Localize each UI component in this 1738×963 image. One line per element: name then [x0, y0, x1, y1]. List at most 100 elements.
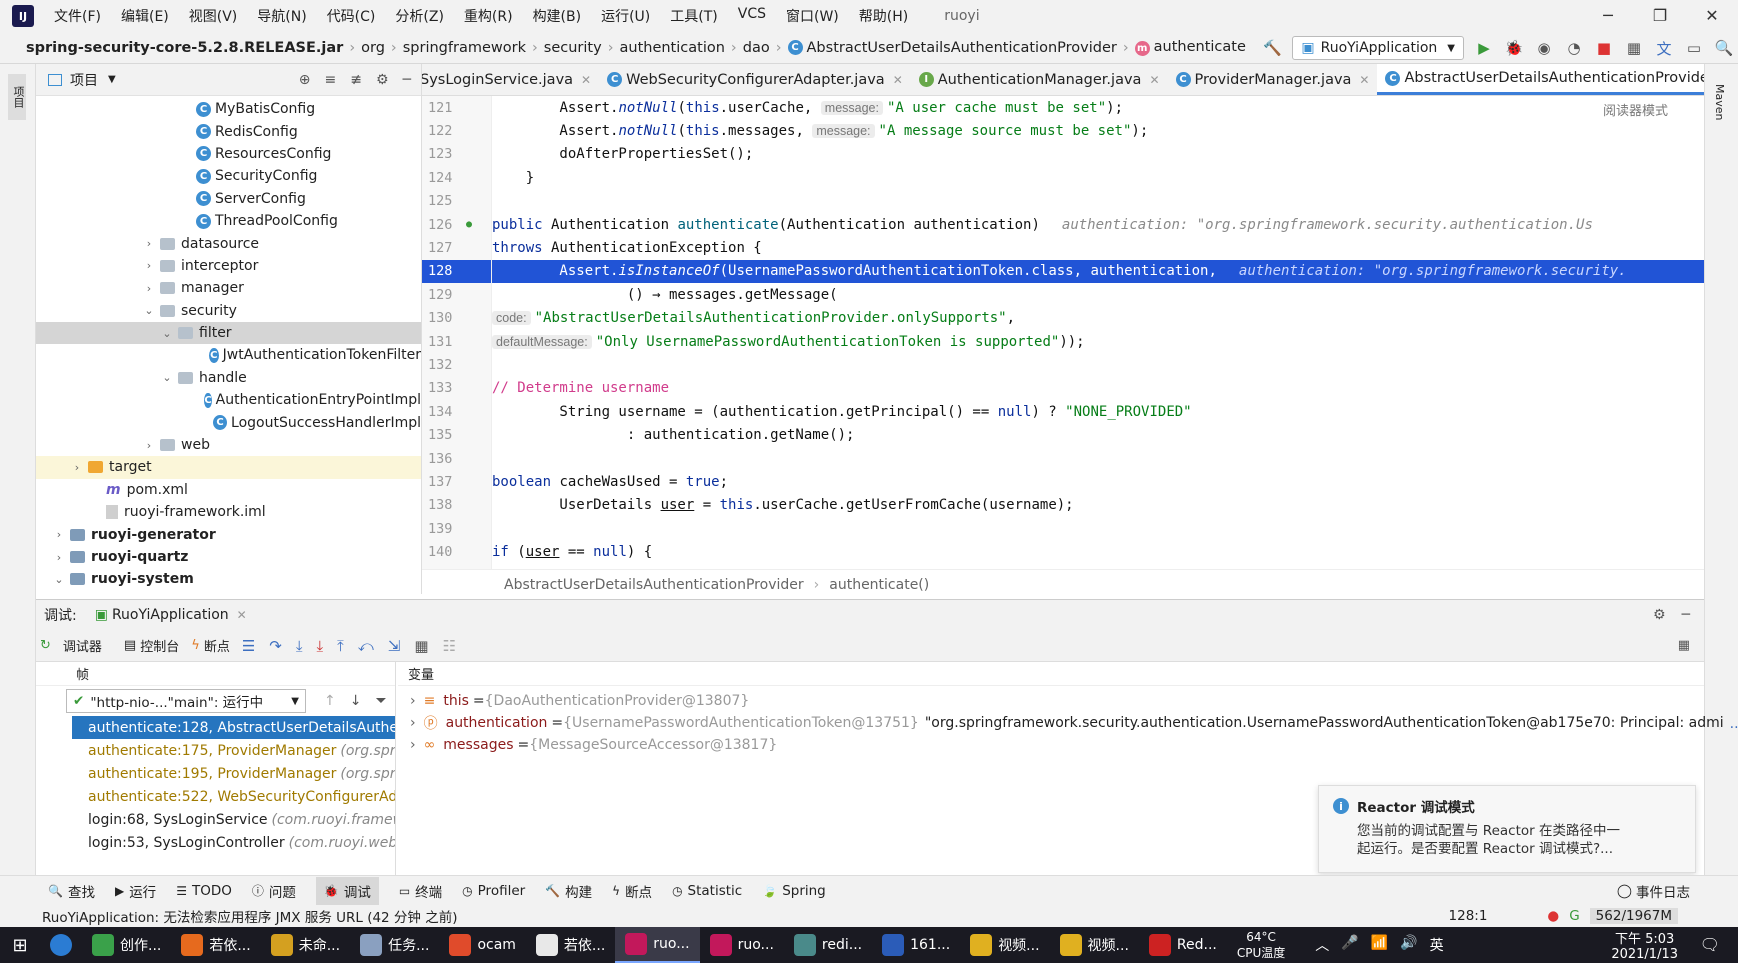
taskbar-app[interactable]: 161...: [872, 927, 960, 963]
tree-item[interactable]: ⌄ handle: [36, 367, 421, 389]
breadcrumb-item[interactable]: C AbstractUserDetailsAuthenticationProvid…: [784, 40, 1121, 56]
tree-item[interactable]: C RedisConfig: [36, 120, 421, 142]
layout-icon[interactable]: ▭: [1684, 38, 1704, 58]
tree-item[interactable]: C LogoutSuccessHandlerImpl: [36, 411, 421, 433]
menu-item[interactable]: 运行(U): [591, 6, 660, 26]
line-number[interactable]: 121: [422, 96, 491, 119]
line-number[interactable]: 134: [422, 400, 491, 423]
maven-tool-button[interactable]: Maven: [1713, 84, 1726, 120]
step-into-icon[interactable]: ⤓: [296, 637, 303, 655]
trace-icon[interactable]: ☷: [443, 637, 456, 655]
chevron-right-icon[interactable]: ›: [410, 737, 416, 753]
gear-icon[interactable]: ⚙: [1653, 607, 1666, 623]
restore-icon[interactable]: ❐: [1634, 0, 1686, 32]
taskbar-app[interactable]: Red...: [1139, 927, 1227, 963]
chevron-right-icon[interactable]: ›: [52, 551, 66, 564]
profile-icon[interactable]: ◔: [1564, 38, 1584, 58]
run-to-cursor-icon[interactable]: ⇲: [388, 637, 401, 655]
drop-frame-icon[interactable]: ⤺: [358, 637, 374, 655]
network-icon[interactable]: 📶: [1371, 935, 1388, 955]
taskbar-app[interactable]: 若依...: [171, 927, 260, 963]
volume-icon[interactable]: 🔊: [1400, 935, 1417, 955]
gear-icon[interactable]: ⚙: [376, 72, 389, 88]
tray-chevron-icon[interactable]: ︿: [1315, 935, 1329, 955]
variable-row[interactable]: › ⓟ authentication = {UsernamePasswordAuthe…: [398, 712, 1738, 734]
tree-item[interactable]: › interceptor: [36, 255, 421, 277]
taskbar-app[interactable]: 创作...: [82, 927, 171, 963]
menu-item[interactable]: 重构(R): [454, 6, 523, 26]
stack-frame[interactable]: authenticate:195, ProviderManager (org.sp…: [36, 762, 395, 785]
menu-item[interactable]: 窗口(W): [776, 6, 849, 26]
tree-item[interactable]: › datasource: [36, 232, 421, 254]
editor-tab[interactable]: C ProviderManager.java ✕: [1168, 64, 1378, 95]
tree-item[interactable]: C JwtAuthenticationTokenFilter: [36, 344, 421, 366]
menu-item[interactable]: 帮助(H): [849, 6, 918, 26]
chevron-right-icon[interactable]: ›: [410, 693, 416, 709]
line-number[interactable]: 123: [422, 143, 491, 166]
project-panel-title[interactable]: 项目: [70, 70, 98, 90]
tool-window-button[interactable]: 🐞 调试: [315, 876, 379, 905]
clock[interactable]: 下午 5:03 2021/1/13: [1611, 927, 1678, 963]
debug-session-tab[interactable]: RuoYiApplication: [112, 607, 229, 623]
tool-window-button[interactable]: 🔍 查找: [48, 881, 95, 901]
editor-tab[interactable]: C AbstractUserDetailsAuthenticationProvid…: [1377, 64, 1714, 95]
breadcrumb-item[interactable]: m authenticate: [1131, 39, 1250, 56]
tree-item[interactable]: C ResourcesConfig: [36, 143, 421, 165]
chevron-right-icon[interactable]: ›: [70, 461, 84, 474]
tree-item[interactable]: m pom.xml: [36, 479, 421, 501]
line-number[interactable]: 130: [422, 307, 491, 330]
tool-window-button[interactable]: ☰ TODO: [176, 883, 232, 899]
tab-debugger[interactable]: 调试器: [63, 636, 102, 655]
tree-item[interactable]: › target: [36, 456, 421, 479]
reader-mode-label[interactable]: 阅读器模式: [1603, 100, 1668, 119]
search-everywhere-icon[interactable]: 🔍: [1714, 38, 1734, 58]
chevron-right-icon[interactable]: ›: [142, 282, 156, 295]
tree-item[interactable]: ruoyi-framework.iml: [36, 501, 421, 523]
breadcrumb-item[interactable]: spring-security-core-5.2.8.RELEASE.jar: [0, 40, 347, 56]
line-number[interactable]: 140: [422, 540, 491, 563]
coverage-icon[interactable]: ◉: [1534, 38, 1554, 58]
tool-window-button[interactable]: 🔨 构建: [545, 881, 592, 901]
taskbar-app[interactable]: redi...: [784, 927, 872, 963]
taskbar-app[interactable]: 未命...: [261, 927, 350, 963]
tool-window-button[interactable]: ◷ Profiler: [462, 883, 525, 899]
editor-tab[interactable]: C WebSecurityConfigurerAdapter.java ✕: [599, 64, 911, 95]
stack-frame[interactable]: authenticate:128, AbstractUserDetailsAut…: [72, 716, 395, 739]
editor-tab[interactable]: SysLoginService.java ✕: [422, 64, 599, 95]
project-tool-button[interactable]: 项目: [8, 74, 26, 120]
close-icon[interactable]: ✕: [1686, 0, 1738, 32]
collapse-all-icon[interactable]: ≢: [350, 72, 362, 88]
tool-window-button[interactable]: ◷ Statistic: [672, 883, 742, 899]
tool-window-button[interactable]: ⓘ 问题: [252, 881, 296, 901]
project-structure-icon[interactable]: ▦: [1624, 38, 1644, 58]
line-number[interactable]: 139: [422, 517, 491, 540]
expand-all-icon[interactable]: ≡: [325, 72, 337, 88]
locate-icon[interactable]: ⊕: [299, 72, 311, 88]
variable-row[interactable]: › ∞ messages = {MessageSourceAccessor@13817…: [398, 734, 1704, 756]
line-number[interactable]: 127: [422, 236, 491, 259]
notifications-icon[interactable]: 🗨: [1700, 935, 1720, 954]
stack-frame[interactable]: authenticate:522, WebSecurityConfigurerA…: [36, 785, 395, 808]
menu-item[interactable]: 工具(T): [660, 6, 727, 26]
line-number[interactable]: 132: [422, 353, 491, 376]
status-message[interactable]: RuoYiApplication: 无法检索应用程序 JMX 服务 URL (4…: [42, 906, 458, 926]
show-more-link[interactable]: ...(显示): [1730, 713, 1738, 733]
line-number[interactable]: 126 ●: [422, 213, 491, 236]
menu-item[interactable]: 分析(Z): [385, 6, 454, 26]
stack-frame[interactable]: login:53, SysLoginController (com.ruoyi.w…: [36, 831, 395, 854]
taskbar-app[interactable]: 视频...: [1050, 927, 1139, 963]
chevron-right-icon[interactable]: ›: [52, 528, 66, 541]
chevron-right-icon[interactable]: ›: [142, 439, 156, 452]
menu-item[interactable]: 构建(B): [523, 6, 592, 26]
variable-row[interactable]: › ≡ this = {DaoAuthenticationProvider@13807…: [398, 690, 1704, 712]
microphone-icon[interactable]: 🎤: [1341, 935, 1358, 955]
line-number[interactable]: 124: [422, 166, 491, 189]
tool-window-button[interactable]: 🍃 Spring: [762, 883, 826, 899]
warning-icon[interactable]: ●: [1547, 908, 1559, 924]
debug-icon[interactable]: 🐞: [1504, 38, 1524, 58]
thread-select[interactable]: ✔ "http-nio-..."main": 运行中 ▼: [66, 689, 306, 713]
chevron-down-icon[interactable]: ▼: [108, 74, 116, 85]
menu-item[interactable]: 代码(C): [317, 6, 386, 26]
taskbar-app[interactable]: ruo...: [700, 927, 784, 963]
tree-item[interactable]: › web: [36, 434, 421, 456]
